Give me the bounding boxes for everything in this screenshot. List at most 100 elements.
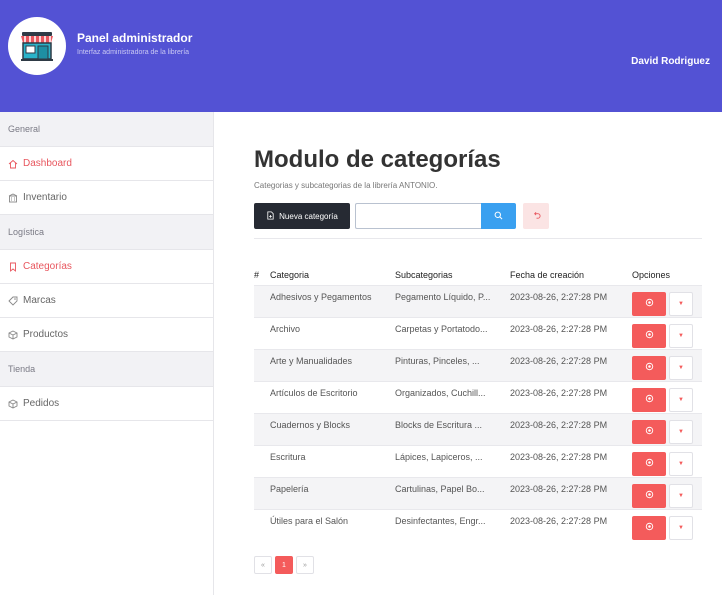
page-subtitle: Categorias y subcategorias de la librerí…: [254, 181, 438, 190]
prev-page-button[interactable]: «: [254, 556, 272, 574]
chevron-down-icon: ▼: [678, 396, 684, 403]
top-header: Panel administrador Interfaz administrad…: [0, 0, 722, 112]
sidebar-section-tienda: Tienda: [0, 352, 213, 387]
options-dropdown-button[interactable]: ▼: [669, 323, 693, 348]
sidebar-item-inventario[interactable]: Inventario: [0, 181, 213, 215]
view-button[interactable]: [632, 451, 666, 476]
box-icon: [8, 398, 18, 409]
row-number-cell: [254, 476, 270, 509]
page-title: Modulo de categorías: [254, 146, 501, 173]
box-icon: [8, 329, 18, 340]
options-cell: ▼: [632, 508, 702, 541]
category-cell: Artículos de Escritorio: [270, 380, 395, 413]
table-header-row: # Categoria Subcategorias Fecha de creac…: [254, 265, 702, 285]
next-page-button[interactable]: »: [296, 556, 314, 574]
eye-icon: [645, 330, 654, 341]
category-cell: Arte y Manualidades: [270, 348, 395, 381]
table-row: Cuadernos y Blocks Blocks de Escritura ..…: [254, 412, 702, 445]
storefront-icon[interactable]: [8, 17, 66, 75]
options-dropdown-button[interactable]: ▼: [669, 387, 693, 412]
view-button[interactable]: [632, 323, 666, 348]
row-number-cell: [254, 348, 270, 381]
table-row: Artículos de Escritorio Organizados, Cuch…: [254, 380, 702, 413]
user-name[interactable]: David Rodriguez: [631, 56, 710, 67]
chevron-down-icon: ▼: [678, 460, 684, 467]
eye-icon: [645, 522, 654, 533]
sidebar-item-label: Marcas: [23, 295, 56, 306]
eye-icon: [645, 490, 654, 501]
view-button[interactable]: [632, 483, 666, 508]
row-number-cell: [254, 412, 270, 445]
view-button[interactable]: [632, 291, 666, 316]
category-cell: Adhesivos y Pegamentos: [270, 284, 395, 317]
sidebar-item-pedidos[interactable]: Pedidos: [0, 387, 213, 421]
home-icon: [8, 159, 18, 169]
sidebar-item-label: Pedidos: [23, 398, 60, 409]
date-cell: 2023-08-26, 2:27:28 PM: [510, 380, 632, 413]
view-button[interactable]: [632, 419, 666, 444]
eye-icon: [645, 458, 654, 469]
column-header-category[interactable]: Categoria: [270, 265, 395, 285]
row-number-cell: [254, 316, 270, 349]
options-dropdown-button[interactable]: ▼: [669, 355, 693, 380]
date-cell: 2023-08-26, 2:27:28 PM: [510, 348, 632, 381]
sidebar-item-dashboard[interactable]: Dashboard: [0, 147, 213, 181]
bookmark-icon: [8, 262, 18, 272]
subcategories-cell: Desinfectantes, Engr...: [395, 508, 510, 541]
options-dropdown-button[interactable]: ▼: [669, 451, 693, 476]
subcategories-cell: Organizados, Cuchill...: [395, 380, 510, 413]
undo-icon: [532, 207, 541, 225]
category-cell: Papelería: [270, 476, 395, 509]
subcategories-cell: Lápices, Lapiceros, ...: [395, 444, 510, 477]
table-row: Archivo Carpetas y Portatodo... 2023-08-26…: [254, 316, 702, 349]
view-button[interactable]: [632, 515, 666, 540]
tag-icon: [8, 296, 18, 306]
sidebar-section-logistica: Logística: [0, 215, 213, 250]
date-cell: 2023-08-26, 2:27:28 PM: [510, 316, 632, 349]
date-cell: 2023-08-26, 2:27:28 PM: [510, 284, 632, 317]
subcategories-cell: Pinturas, Pinceles, ...: [395, 348, 510, 381]
options-dropdown-button[interactable]: ▼: [669, 515, 693, 540]
category-cell: Útiles para el Salón: [270, 508, 395, 541]
column-header-number: #: [254, 269, 260, 280]
sidebar-section-general: General: [0, 112, 213, 147]
reset-button[interactable]: [523, 203, 549, 229]
app-title: Panel administrador: [77, 31, 193, 45]
table-row: Útiles para el Salón Desinfectantes, Engr…: [254, 508, 702, 541]
subcategories-cell: Blocks de Escritura ...: [395, 412, 510, 445]
chevron-down-icon: ▼: [678, 332, 684, 339]
subcategories-cell: Pegamento Líquido, P...: [395, 284, 510, 317]
view-button[interactable]: [632, 387, 666, 412]
category-cell: Escritura: [270, 444, 395, 477]
search-icon: [494, 207, 503, 225]
options-dropdown-button[interactable]: ▼: [669, 291, 693, 316]
sidebar-item-marcas[interactable]: Marcas: [0, 284, 213, 318]
page-button-current[interactable]: 1: [275, 556, 293, 574]
table-row: Escritura Lápices, Lapiceros, ... 2023-08-…: [254, 444, 702, 477]
options-cell: ▼: [632, 444, 702, 477]
date-cell: 2023-08-26, 2:27:28 PM: [510, 412, 632, 445]
chevron-down-icon: ▼: [678, 364, 684, 371]
search-input[interactable]: [355, 203, 481, 229]
sidebar-item-productos[interactable]: Productos: [0, 318, 213, 352]
options-dropdown-button[interactable]: ▼: [669, 483, 693, 508]
view-button[interactable]: [632, 355, 666, 380]
divider: [254, 238, 702, 239]
options-dropdown-button[interactable]: ▼: [669, 419, 693, 444]
search-button[interactable]: [481, 203, 516, 229]
column-header-date[interactable]: Fecha de creación: [510, 265, 632, 285]
options-cell: ▼: [632, 316, 702, 349]
table-row: Papelería Cartulinas, Papel Bo... 2023-08-…: [254, 476, 702, 509]
new-category-button[interactable]: Nueva categoría: [254, 203, 350, 229]
category-cell: Archivo: [270, 316, 395, 349]
subcategories-cell: Cartulinas, Papel Bo...: [395, 476, 510, 509]
sidebar-item-categorias[interactable]: Categorías: [0, 250, 213, 284]
eye-icon: [645, 394, 654, 405]
app-subtitle: Interfaz administradora de la librería: [77, 49, 190, 56]
sidebar-item-label: Productos: [23, 329, 69, 340]
eye-icon: [645, 362, 654, 373]
category-cell: Cuadernos y Blocks: [270, 412, 395, 445]
row-number-cell: [254, 508, 270, 541]
row-number-cell: [254, 284, 270, 317]
column-header-subcategories[interactable]: Subcategorias: [395, 265, 510, 285]
